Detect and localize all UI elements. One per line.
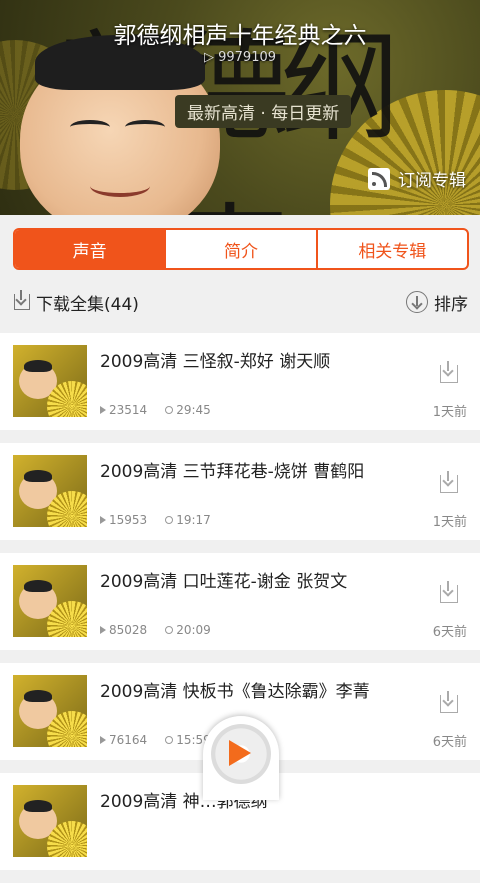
play-count-icon xyxy=(100,736,106,744)
clock-icon xyxy=(165,626,174,634)
track-thumbnail xyxy=(13,785,87,857)
track-list: 2009高清 三怪叙-郑好 谢天顺 23514 29:45 1天前 2009高清… xyxy=(0,333,480,883)
album-play-count-value: 9979109 xyxy=(218,50,277,65)
track-plays: 85028 xyxy=(109,623,148,637)
album-banner: 郭德纲相声 最新高清 · 每日更新 郭德纲相声十年经典之六 ▷ 9979109 … xyxy=(0,0,480,215)
download-all-label: 下载全集(44) xyxy=(36,294,139,315)
cartoon-mouth xyxy=(90,175,150,197)
track-duration: 19:17 xyxy=(176,513,211,527)
track-thumbnail xyxy=(13,455,87,527)
track-thumbnail xyxy=(13,345,87,417)
track-meta: 15953 19:17 xyxy=(100,513,211,527)
track-age: 1天前 xyxy=(432,515,467,530)
track-age: 6天前 xyxy=(432,625,467,640)
track-duration: 20:09 xyxy=(176,623,211,637)
download-icon[interactable] xyxy=(440,361,458,383)
cartoon-eye xyxy=(125,120,165,134)
track-title: 2009高清 快板书《鲁达除霸》李菁 xyxy=(100,682,370,702)
track-meta: 23514 29:45 xyxy=(100,403,211,417)
track-title: 2009高清 口吐莲花-谢金 张贺文 xyxy=(100,572,348,592)
mini-player-button[interactable] xyxy=(203,716,279,800)
tab-bar: 声音 简介 相关专辑 xyxy=(13,228,469,270)
sort-label: 排序 xyxy=(434,294,468,315)
tab-intro[interactable]: 简介 xyxy=(166,230,318,268)
sort-icon xyxy=(406,291,428,313)
play-count-icon xyxy=(100,516,106,524)
clock-icon xyxy=(165,406,174,414)
download-icon xyxy=(14,290,30,310)
track-title: 2009高清 三节拜花巷-烧饼 曹鹤阳 xyxy=(100,462,365,482)
track-thumbnail xyxy=(13,675,87,747)
track-item[interactable]: 2009高清 三节拜花巷-烧饼 曹鹤阳 15953 19:17 1天前 xyxy=(0,443,480,540)
download-all-button[interactable]: 下载全集(44) xyxy=(14,290,139,315)
download-icon[interactable] xyxy=(440,691,458,713)
download-icon[interactable] xyxy=(440,471,458,493)
track-meta: 76164 15:59 xyxy=(100,733,211,747)
track-meta: 85028 20:09 xyxy=(100,623,211,637)
tab-related-albums[interactable]: 相关专辑 xyxy=(318,230,467,268)
track-age: 6天前 xyxy=(432,735,467,750)
play-icon xyxy=(229,740,251,766)
subscribe-button[interactable]: 订阅专辑 xyxy=(368,166,466,191)
subscribe-label: 订阅专辑 xyxy=(398,171,466,191)
list-toolbar: 下载全集(44) 排序 xyxy=(0,280,480,324)
clock-icon xyxy=(165,736,174,744)
track-title: 2009高清 三怪叙-郑好 谢天顺 xyxy=(100,352,331,372)
track-duration: 29:45 xyxy=(176,403,211,417)
cartoon-eye xyxy=(70,120,110,134)
download-icon[interactable] xyxy=(440,581,458,603)
sort-button[interactable]: 排序 xyxy=(406,290,468,315)
play-count-icon xyxy=(100,406,106,414)
track-item[interactable]: 2009高清 口吐莲花-谢金 张贺文 85028 20:09 6天前 xyxy=(0,553,480,650)
track-plays: 76164 xyxy=(109,733,148,747)
tab-sounds[interactable]: 声音 xyxy=(15,230,167,268)
track-plays: 23514 xyxy=(109,403,148,417)
album-title: 郭德纲相声十年经典之六 xyxy=(113,23,367,49)
play-count-icon xyxy=(100,626,106,634)
track-age: 1天前 xyxy=(432,405,467,420)
track-plays: 15953 xyxy=(109,513,148,527)
rss-icon xyxy=(368,167,390,190)
track-item[interactable]: 2009高清 三怪叙-郑好 谢天顺 23514 29:45 1天前 xyxy=(0,333,480,430)
banner-slogan: 最新高清 · 每日更新 xyxy=(175,95,352,128)
album-play-count: ▷ 9979109 xyxy=(203,50,277,65)
clock-icon xyxy=(165,516,174,524)
track-thumbnail xyxy=(13,565,87,637)
